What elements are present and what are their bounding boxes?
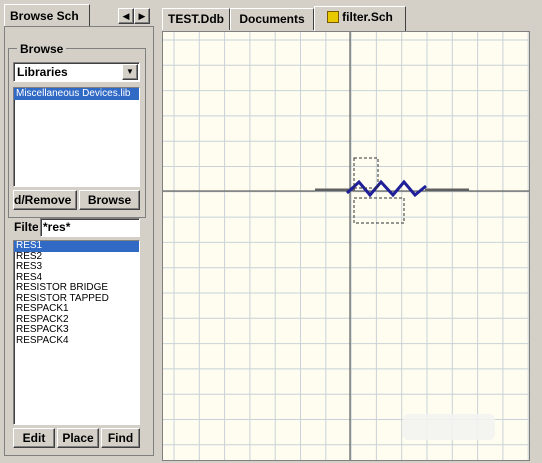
- browse-panel: Browse Sch ◀ ▶ Browse Libraries ▼ Miscel…: [0, 0, 158, 463]
- resistor-symbol: [345, 179, 427, 198]
- tab-filter-sch-label: filter.Sch: [342, 10, 393, 24]
- schematic-file-icon: [327, 11, 340, 23]
- add-remove-button[interactable]: d/Remove: [13, 190, 77, 210]
- tab-browse-sch[interactable]: Browse Sch: [4, 4, 90, 26]
- part-type-outline: [353, 197, 405, 224]
- arrow-right-icon: ▶: [138, 11, 146, 21]
- tab-filter-sch[interactable]: filter.Sch: [314, 6, 406, 32]
- edit-button-label: Edit: [22, 431, 46, 445]
- scroll-left-button[interactable]: ◀: [118, 8, 134, 24]
- browse-type-value: Libraries: [17, 65, 68, 79]
- tab-test-ddb[interactable]: TEST.Ddb: [162, 8, 230, 30]
- tab-test-ddb-label: TEST.Ddb: [168, 12, 224, 26]
- place-button[interactable]: Place: [57, 428, 99, 448]
- library-list[interactable]: Miscellaneous Devices.lib: [13, 87, 140, 187]
- add-remove-label: d/Remove: [14, 193, 72, 207]
- tab-browse-sch-label: Browse Sch: [10, 9, 79, 23]
- schematic-sheet[interactable]: [163, 32, 529, 460]
- browse-group-label: Browse: [17, 42, 67, 56]
- place-button-label: Place: [62, 431, 94, 445]
- list-item[interactable]: RESISTOR BRIDGE: [14, 282, 139, 294]
- component-list[interactable]: RES1 RES2 RES3 RES4 RESISTOR BRIDGE RESI…: [13, 240, 140, 425]
- list-item[interactable]: RES3: [14, 261, 139, 273]
- document-tabs: TEST.Ddb Documents filter.Sch: [160, 6, 538, 32]
- edit-button[interactable]: Edit: [13, 428, 55, 448]
- browse-button-label: Browse: [87, 193, 132, 207]
- schematic-canvas[interactable]: [162, 31, 530, 461]
- arrow-left-icon: ◀: [122, 11, 130, 21]
- list-item[interactable]: RESPACK4: [14, 335, 139, 347]
- find-button[interactable]: Find: [101, 428, 140, 448]
- tab-documents[interactable]: Documents: [230, 8, 314, 30]
- filter-input[interactable]: *res*: [40, 218, 140, 237]
- list-item[interactable]: RESPACK1: [14, 303, 139, 315]
- browse-type-select[interactable]: Libraries ▼: [13, 62, 140, 82]
- tab-documents-label: Documents: [239, 12, 305, 26]
- list-item[interactable]: RES1: [14, 240, 139, 252]
- chevron-down-icon[interactable]: ▼: [122, 64, 138, 80]
- watermark-blur: [403, 414, 495, 440]
- filter-value: *res*: [43, 220, 71, 234]
- find-button-label: Find: [107, 431, 134, 445]
- library-item[interactable]: Miscellaneous Devices.lib: [14, 88, 139, 100]
- list-item[interactable]: RESPACK3: [14, 324, 139, 336]
- scroll-right-button[interactable]: ▶: [134, 8, 150, 24]
- filter-label: Filte: [14, 220, 38, 234]
- browse-button[interactable]: Browse: [79, 190, 140, 210]
